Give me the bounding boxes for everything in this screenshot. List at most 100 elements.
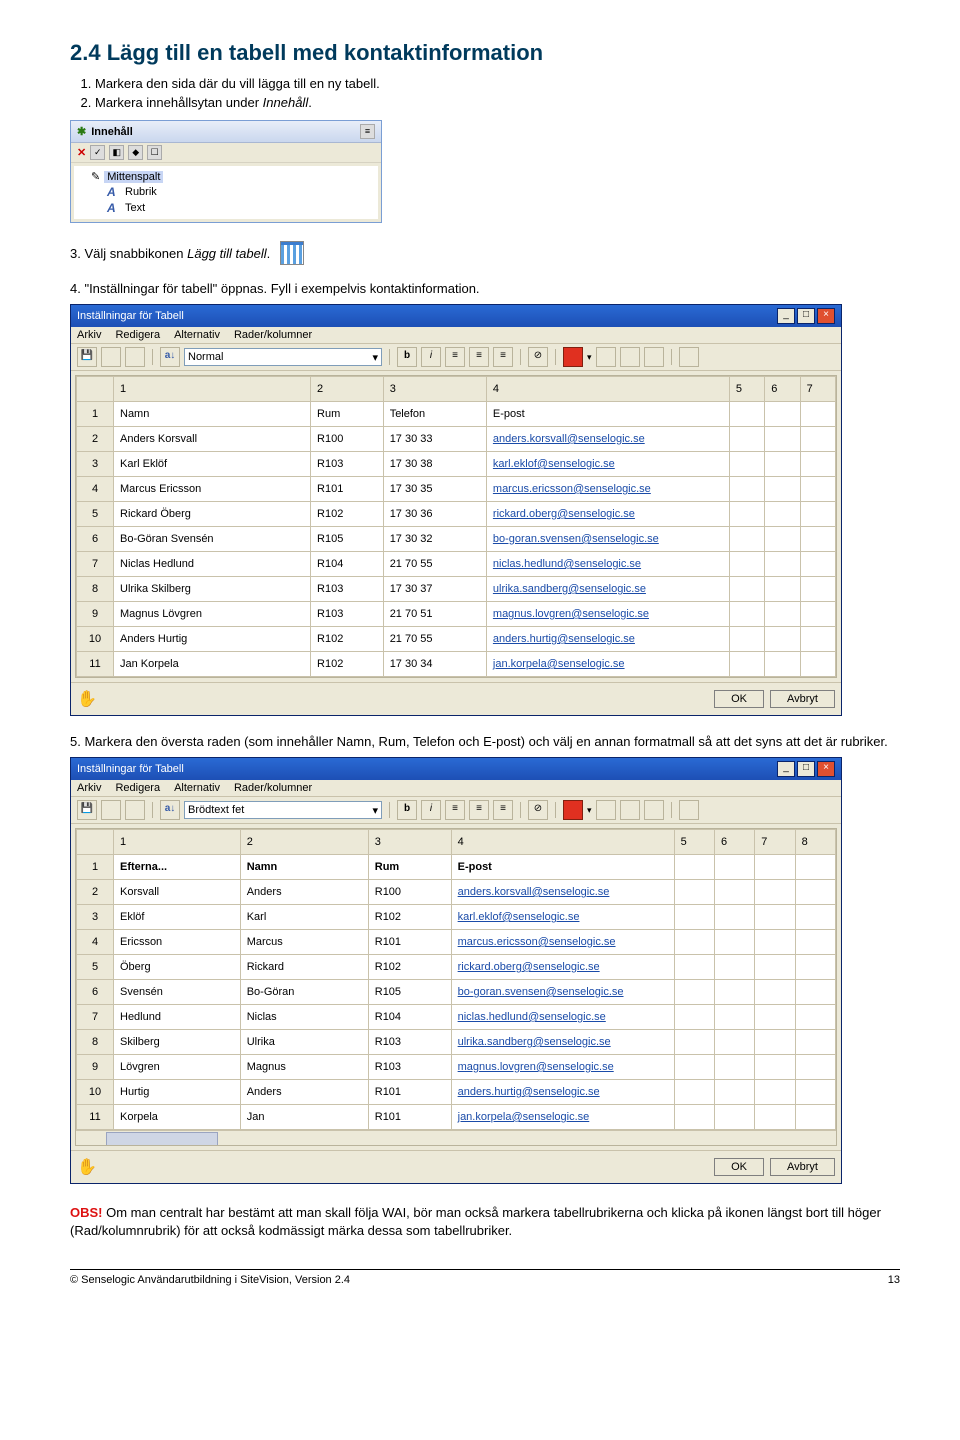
maximize-button[interactable]: □ xyxy=(797,308,815,324)
table-cell[interactable]: anders.hurtig@senselogic.se xyxy=(451,1080,674,1105)
chevron-down-icon[interactable]: ▾ xyxy=(587,352,592,363)
row-header[interactable]: 10 xyxy=(77,627,114,652)
style-select[interactable]: Normal ▾ xyxy=(184,348,382,366)
table-cell[interactable]: Skilberg xyxy=(114,1030,241,1055)
table-cell[interactable]: Namn xyxy=(240,855,368,880)
row-header[interactable]: 11 xyxy=(77,1105,114,1130)
table-cell[interactable]: Hurtig xyxy=(114,1080,241,1105)
italic-icon[interactable]: i xyxy=(421,347,441,367)
table-cell[interactable]: Anders xyxy=(240,1080,368,1105)
minimize-button[interactable]: _ xyxy=(777,308,795,324)
table-cell[interactable]: Telefon xyxy=(383,402,486,427)
table-cell[interactable]: anders.korsvall@senselogic.se xyxy=(486,427,729,452)
menu-arkiv[interactable]: Arkiv xyxy=(77,329,101,341)
table-cell[interactable]: 17 30 33 xyxy=(383,427,486,452)
table-cell[interactable]: Karl xyxy=(240,905,368,930)
table-cell[interactable]: R104 xyxy=(368,1005,451,1030)
table-cell[interactable]: marcus.ericsson@senselogic.se xyxy=(486,477,729,502)
row-header[interactable]: 3 xyxy=(77,452,114,477)
menu-alternativ[interactable]: Alternativ xyxy=(174,782,220,794)
align-left-icon[interactable]: ≡ xyxy=(445,347,465,367)
ok-button[interactable]: OK xyxy=(714,1158,764,1176)
col-4[interactable]: 4 xyxy=(486,377,729,402)
table-cell[interactable]: Lövgren xyxy=(114,1055,241,1080)
table-cell[interactable]: R104 xyxy=(311,552,384,577)
table-cell[interactable]: Niclas Hedlund xyxy=(114,552,311,577)
row-header[interactable]: 8 xyxy=(77,577,114,602)
cell-icon-1[interactable] xyxy=(596,800,616,820)
hand-icon[interactable]: ✋ xyxy=(77,1157,99,1177)
table-cell[interactable]: R103 xyxy=(368,1030,451,1055)
col-5[interactable]: 5 xyxy=(674,830,714,855)
table-cell[interactable]: R101 xyxy=(368,1080,451,1105)
row-header[interactable]: 9 xyxy=(77,1055,114,1080)
row-header[interactable]: 6 xyxy=(77,527,114,552)
row-header[interactable]: 3 xyxy=(77,905,114,930)
table-cell[interactable]: anders.hurtig@senselogic.se xyxy=(486,627,729,652)
color-icon[interactable] xyxy=(563,347,583,367)
align-right-icon[interactable]: ≡ xyxy=(493,347,513,367)
table-cell[interactable]: karl.eklof@senselogic.se xyxy=(451,905,674,930)
row-header[interactable]: 5 xyxy=(77,502,114,527)
table-cell[interactable]: anders.korsvall@senselogic.se xyxy=(451,880,674,905)
table-cell[interactable]: 17 30 34 xyxy=(383,652,486,677)
save-icon[interactable]: 💾 xyxy=(77,347,97,367)
table-cell[interactable]: Öberg xyxy=(114,955,241,980)
bold-icon[interactable]: b xyxy=(397,800,417,820)
table-cell[interactable]: 17 30 32 xyxy=(383,527,486,552)
table-cell[interactable]: Ericsson xyxy=(114,930,241,955)
menu-rows[interactable]: Rader/kolumner xyxy=(234,329,312,341)
table-cell[interactable]: Magnus Lövgren xyxy=(114,602,311,627)
menu-redigera[interactable]: Redigera xyxy=(115,329,160,341)
table-cell[interactable]: Bo-Göran xyxy=(240,980,368,1005)
hand-icon[interactable]: ✋ xyxy=(77,689,99,709)
table-cell[interactable]: Ulrika xyxy=(240,1030,368,1055)
table-cell[interactable]: magnus.lovgren@senselogic.se xyxy=(451,1055,674,1080)
header-icon[interactable] xyxy=(679,347,699,367)
cell-icon-3[interactable] xyxy=(644,800,664,820)
col-4[interactable]: 4 xyxy=(451,830,674,855)
table-cell[interactable]: R101 xyxy=(311,477,384,502)
chevron-down-icon[interactable]: ▾ xyxy=(587,805,592,816)
table-cell[interactable]: Anders Korsvall xyxy=(114,427,311,452)
table-cell[interactable]: Namn xyxy=(114,402,311,427)
close-button[interactable]: × xyxy=(817,308,835,324)
cancel-button[interactable]: Avbryt xyxy=(770,1158,835,1176)
row-header[interactable]: 9 xyxy=(77,602,114,627)
row-header[interactable]: 5 xyxy=(77,955,114,980)
table-cell[interactable]: karl.eklof@senselogic.se xyxy=(486,452,729,477)
table-cell[interactable]: R103 xyxy=(368,1055,451,1080)
delete-icon[interactable]: ✕ xyxy=(77,146,86,159)
tool-icon-3[interactable]: ◆ xyxy=(128,145,143,160)
row-header[interactable]: 6 xyxy=(77,980,114,1005)
table-cell[interactable]: Svensén xyxy=(114,980,241,1005)
col-1[interactable]: 1 xyxy=(114,830,241,855)
table-cell[interactable]: 17 30 37 xyxy=(383,577,486,602)
col-8[interactable]: 8 xyxy=(795,830,835,855)
style-select[interactable]: Brödtext fet ▾ xyxy=(184,801,382,819)
panel-menu-icon[interactable]: ≡ xyxy=(360,124,375,139)
tool-c[interactable] xyxy=(101,347,121,367)
row-header[interactable]: 1 xyxy=(77,402,114,427)
table-cell[interactable]: 17 30 35 xyxy=(383,477,486,502)
h-scrollbar[interactable] xyxy=(76,1130,836,1145)
table-cell[interactable]: R102 xyxy=(368,955,451,980)
table-cell[interactable]: marcus.ericsson@senselogic.se xyxy=(451,930,674,955)
table-cell[interactable]: R101 xyxy=(368,930,451,955)
link-icon[interactable]: ⊘ xyxy=(528,800,548,820)
col-5[interactable]: 5 xyxy=(729,377,764,402)
table-icon[interactable] xyxy=(280,241,304,265)
table-cell[interactable]: 17 30 38 xyxy=(383,452,486,477)
col-6[interactable]: 6 xyxy=(765,377,800,402)
row-header[interactable]: 11 xyxy=(77,652,114,677)
table-cell[interactable]: Rickard xyxy=(240,955,368,980)
italic-icon[interactable]: i xyxy=(421,800,441,820)
table-cell[interactable]: R103 xyxy=(311,577,384,602)
tool-d[interactable] xyxy=(125,347,145,367)
maximize-button[interactable]: □ xyxy=(797,761,815,777)
col-1[interactable]: 1 xyxy=(114,377,311,402)
cell-icon-2[interactable] xyxy=(620,800,640,820)
table-cell[interactable]: E-post xyxy=(451,855,674,880)
cell-icon-2[interactable] xyxy=(620,347,640,367)
ok-button[interactable]: OK xyxy=(714,690,764,708)
